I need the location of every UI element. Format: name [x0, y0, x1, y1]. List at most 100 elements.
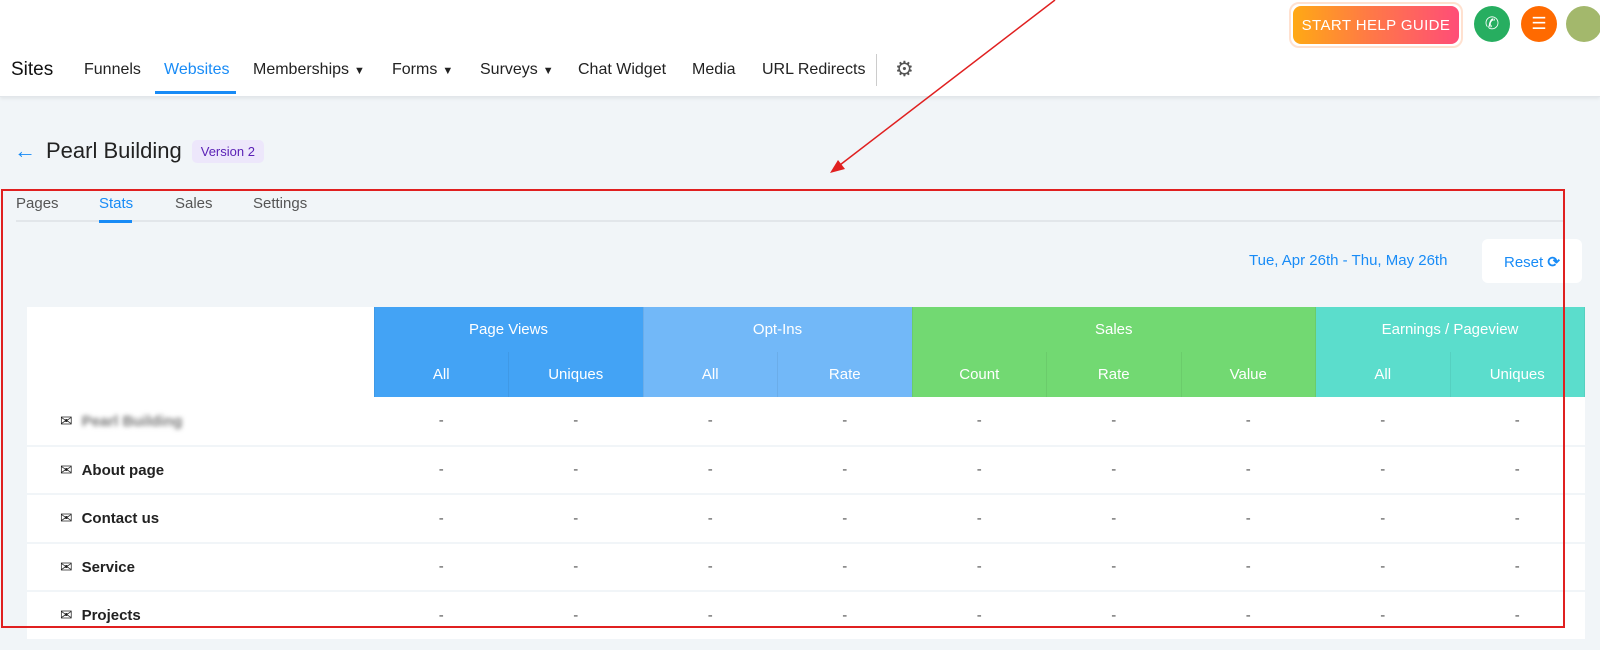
mail-icon: ✉ [60, 558, 73, 576]
stat-cell: - [643, 591, 778, 641]
page-name-cell[interactable]: ✉ Pearl Building [27, 397, 374, 447]
column-header[interactable]: All [643, 352, 778, 397]
stat-cell: - [643, 542, 778, 592]
stat-cell: - [374, 542, 509, 592]
stat-cell: - [374, 397, 509, 447]
stat-cell: - [1046, 494, 1181, 544]
stat-cell: - [1181, 397, 1316, 447]
page-name-cell[interactable]: ✉ Projects [27, 591, 374, 641]
column-header[interactable]: Uniques [1450, 352, 1585, 397]
group-header: Opt-Ins [643, 307, 913, 352]
stat-cell: - [1315, 445, 1450, 495]
nav-item-forms[interactable]: Forms ▼ [392, 61, 453, 79]
reset-button[interactable]: Reset ⟳ [1482, 239, 1582, 283]
avatar[interactable] [1566, 6, 1600, 42]
column-header[interactable]: Value [1181, 352, 1316, 397]
page-header: ← Pearl Building Version 2 [14, 138, 264, 164]
page-name-cell[interactable]: ✉ Service [27, 542, 374, 592]
column-header[interactable]: Uniques [508, 352, 644, 397]
stat-cell: - [1450, 494, 1585, 544]
settings-gear-icon[interactable]: ⚙ [895, 57, 914, 82]
page-name-cell[interactable]: ✉ Contact us [27, 494, 374, 544]
tab-pages[interactable]: Pages [16, 195, 59, 212]
stat-cell: - [777, 542, 912, 592]
table-row: ✉ Service - - - - - - - - - [27, 542, 1585, 592]
stat-cell: - [1450, 591, 1585, 641]
tab-sales[interactable]: Sales [175, 195, 213, 212]
table-row: ✉ Projects - - - - - - - - - [27, 591, 1585, 641]
column-header[interactable]: All [1315, 352, 1451, 397]
column-header[interactable]: All [374, 352, 509, 397]
task-list-button[interactable]: ☰ [1521, 6, 1557, 42]
table-row: ✉ Pearl Building - - - - - - - - - [27, 397, 1585, 447]
chevron-down-icon: ▼ [354, 65, 365, 77]
nav-item-funnels[interactable]: Funnels [84, 61, 141, 79]
column-header[interactable]: Count [912, 352, 1047, 397]
page-column-header [27, 307, 375, 397]
mail-icon: ✉ [60, 510, 73, 528]
stat-cell: - [1315, 397, 1450, 447]
tab-settings[interactable]: Settings [253, 195, 307, 212]
app-title: Sites [11, 59, 54, 80]
stat-cell: - [508, 542, 643, 592]
mail-icon: ✉ [60, 607, 73, 625]
page-name-cell[interactable]: ✉ About page [27, 445, 374, 495]
stat-cell: - [508, 494, 643, 544]
top-bar: START HELP GUIDE ✆ ☰ Sites Funnels Websit… [0, 0, 1600, 97]
nav-item-websites[interactable]: Websites [164, 61, 230, 79]
stat-cell: - [1315, 542, 1450, 592]
mail-icon: ✉ [60, 412, 73, 430]
date-range-picker[interactable]: Tue, Apr 26th - Thu, May 26th [1249, 252, 1447, 269]
stat-cell: - [1315, 591, 1450, 641]
stat-cell: - [508, 397, 643, 447]
stat-cell: - [912, 445, 1047, 495]
stat-cell: - [1046, 445, 1181, 495]
active-tab-underline [99, 220, 132, 223]
stat-cell: - [777, 591, 912, 641]
list-icon: ☰ [1531, 14, 1547, 33]
stat-cell: - [912, 397, 1047, 447]
column-header[interactable]: Rate [777, 352, 913, 397]
stat-cell: - [1181, 445, 1316, 495]
mail-icon: ✉ [60, 461, 73, 479]
tab-stats[interactable]: Stats [99, 195, 133, 212]
active-nav-underline [155, 91, 236, 94]
stat-cell: - [374, 591, 509, 641]
group-header: Page Views [374, 307, 644, 352]
stat-cell: - [777, 494, 912, 544]
stat-cell: - [1181, 591, 1316, 641]
stat-cell: - [912, 542, 1047, 592]
stat-cell: - [1046, 397, 1181, 447]
chevron-down-icon: ▼ [542, 65, 554, 77]
stats-table: Page Views Opt-Ins Sales Earnings / Pagevie… [27, 307, 1585, 641]
nav-item-memberships[interactable]: Memberships ▼ [253, 61, 365, 79]
back-arrow-icon[interactable]: ← [14, 138, 36, 164]
version-badge: Version 2 [191, 139, 264, 163]
stat-cell: - [508, 445, 643, 495]
nav-item-surveys[interactable]: Surveys ▼ [480, 61, 554, 79]
group-header: Earnings / Pageview [1315, 307, 1585, 352]
stat-cell: - [643, 445, 778, 495]
phone-button[interactable]: ✆ [1474, 6, 1510, 42]
stat-cell: - [643, 494, 778, 544]
start-help-guide-button[interactable]: START HELP GUIDE [1289, 2, 1463, 48]
stat-cell: - [374, 445, 509, 495]
stat-cell: - [1315, 494, 1450, 544]
stat-cell: - [777, 397, 912, 447]
chevron-down-icon: ▼ [442, 65, 454, 77]
nav-item-chat-widget[interactable]: Chat Widget [578, 61, 666, 79]
tabs: Pages Stats Sales Settings [16, 195, 1564, 223]
stat-cell: - [1181, 542, 1316, 592]
nav-divider [876, 54, 877, 86]
phone-icon: ✆ [1484, 14, 1500, 33]
table-row: ✉ About page - - - - - - - - - [27, 445, 1585, 495]
stat-cell: - [508, 591, 643, 641]
table-row: ✉ Contact us - - - - - - - - - [27, 494, 1585, 544]
stat-cell: - [1450, 397, 1585, 447]
nav-item-media[interactable]: Media [692, 61, 736, 79]
column-header[interactable]: Rate [1046, 352, 1182, 397]
nav-item-url-redirects[interactable]: URL Redirects [762, 61, 865, 79]
stat-cell: - [1046, 542, 1181, 592]
stat-cell: - [643, 397, 778, 447]
stat-cell: - [912, 591, 1047, 641]
